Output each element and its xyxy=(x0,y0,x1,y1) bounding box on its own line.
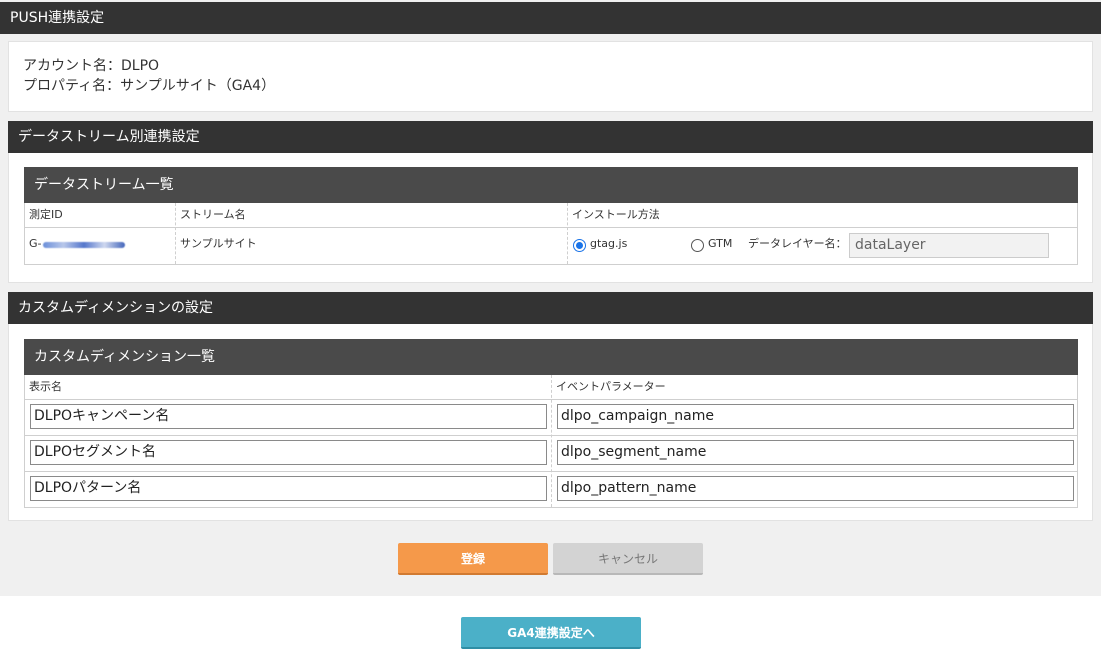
gtag-radio[interactable] xyxy=(573,239,586,252)
header-measurement-id: 測定ID xyxy=(29,208,63,221)
header-display-name: 表示名 xyxy=(29,380,62,393)
property-name: プロパティ名：サンプルサイト（GA4） xyxy=(23,78,276,94)
header-event-parameter: イベントパラメーター xyxy=(556,380,666,393)
event-parameter-input-1[interactable]: dlpo_campaign_name xyxy=(557,404,1074,429)
display-name-input-3[interactable]: DLPOパターン名 xyxy=(30,476,547,501)
datalayer-label: データレイヤー名： xyxy=(748,237,847,250)
datastream-list-title: データストリーム一覧 xyxy=(34,177,174,193)
gtag-label[interactable]: gtag.js xyxy=(590,237,627,251)
gtm-label[interactable]: GTM xyxy=(708,237,732,251)
datastream-table: 測定ID ストリーム名 インストール方法 G- サンプルサイト gtag.js … xyxy=(24,203,1078,265)
custom-dimension-list-title: カスタムディメンション一覧 xyxy=(34,349,216,365)
display-name-input-1[interactable]: DLPOキャンペーン名 xyxy=(30,404,547,429)
register-button[interactable]: 登録 xyxy=(398,543,548,575)
gtm-radio[interactable] xyxy=(691,239,704,252)
ga4-settings-button[interactable]: GA4連携設定へ xyxy=(461,617,641,649)
header-install-method: インストール方法 xyxy=(572,208,660,221)
custom-dimension-section-title: カスタムディメンションの設定 xyxy=(18,300,214,316)
header-stream-name: ストリーム名 xyxy=(180,208,246,221)
measurement-id-cell: G- xyxy=(29,237,42,251)
measurement-id-prefix: G- xyxy=(29,237,42,250)
event-parameter-input-3[interactable]: dlpo_pattern_name xyxy=(557,476,1074,501)
event-parameter-input-2[interactable]: dlpo_segment_name xyxy=(557,440,1074,465)
datastream-list-header: データストリーム一覧 xyxy=(24,167,1078,203)
custom-dimension-table: 表示名 イベントパラメーター DLPOキャンペーン名 dlpo_campaign… xyxy=(24,375,1078,508)
account-name: アカウント名：DLPO xyxy=(23,58,160,74)
custom-dimension-section-header: カスタムディメンションの設定 xyxy=(8,292,1093,324)
page-title: PUSH連携設定 xyxy=(10,10,105,26)
datastream-section-header: データストリーム別連携設定 xyxy=(8,121,1093,153)
datalayer-input[interactable]: dataLayer xyxy=(849,233,1049,258)
stream-name-cell: サンプルサイト xyxy=(180,237,257,250)
cancel-button[interactable]: キャンセル xyxy=(553,543,703,575)
redacted-measurement-id xyxy=(43,242,125,248)
account-info-panel: アカウント名：DLPO プロパティ名：サンプルサイト（GA4） xyxy=(8,41,1093,112)
custom-dimension-list-header: カスタムディメンション一覧 xyxy=(24,339,1078,375)
display-name-input-2[interactable]: DLPOセグメント名 xyxy=(30,440,547,465)
page-title-bar: PUSH連携設定 xyxy=(0,2,1101,34)
datastream-section-title: データストリーム別連携設定 xyxy=(18,129,200,145)
